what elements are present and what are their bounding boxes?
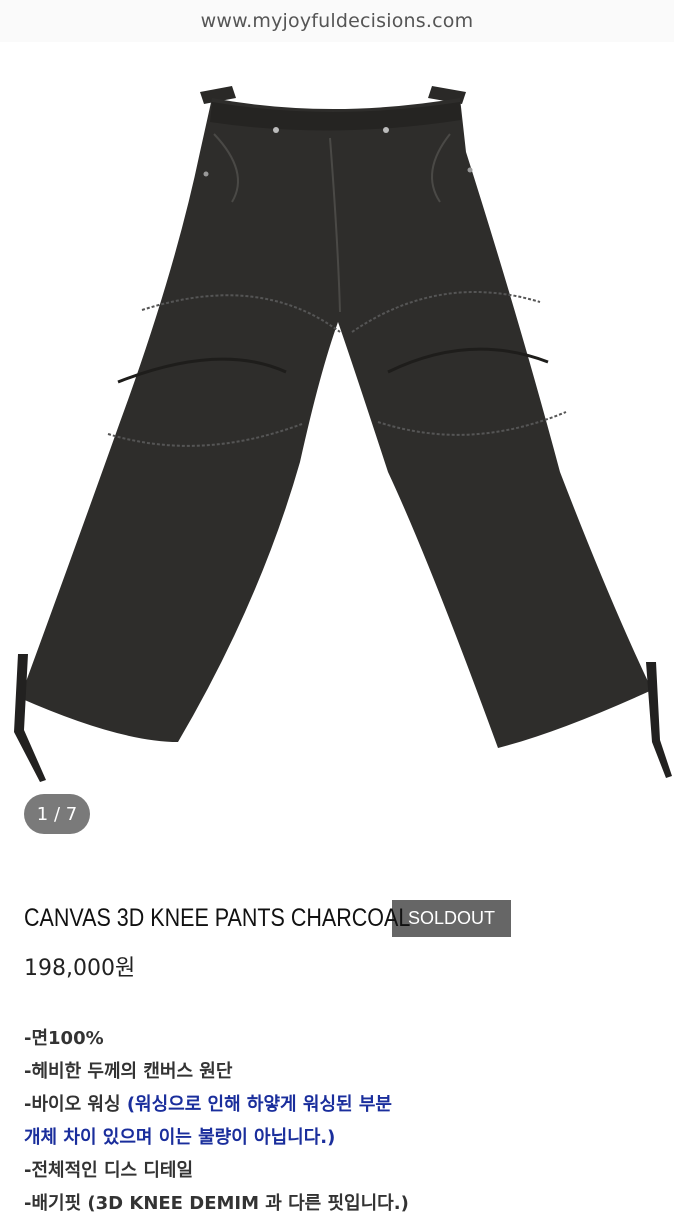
desc-line: -전체적인 디스 디테일 [24,1160,194,1181]
pants-photo [14,86,672,782]
desc-line: -배기핏 (3D KNEE DEMIM 과 다른 핏입니다.) [24,1193,409,1214]
product-price: 198,000원 [24,956,136,981]
desc-line: -바이오 워싱 (워싱으로 인해 하얗게 워싱된 부분 [24,1088,654,1121]
address-bar[interactable]: www.myjoyfuldecisions.com [0,0,674,43]
image-counter: 1 / 7 [24,794,90,834]
right-ankle-strap [646,662,672,778]
desc-highlight: (워싱으로 인해 하얗게 워싱된 부분 [126,1094,392,1115]
product-image-gallery[interactable] [0,42,674,782]
desc-highlight-line: 개체 차이 있으며 이는 불량이 아닙니다.) [24,1127,336,1148]
product-header: CANVAS 3D KNEE PANTS CHARCOAL SOLDOUT [24,900,512,937]
desc-text: -바이오 워싱 [24,1094,127,1115]
pants-body [20,98,652,748]
product-description: -면100% -헤비한 두께의 캔버스 원단 -바이오 워싱 (워싱으로 인해 … [24,1022,654,1220]
product-title: CANVAS 3D KNEE PANTS CHARCOAL [24,904,411,932]
desc-line: -헤비한 두께의 캔버스 원단 [24,1061,233,1082]
desc-line: -면100% [24,1028,104,1049]
url-text: www.myjoyfuldecisions.com [200,10,474,32]
